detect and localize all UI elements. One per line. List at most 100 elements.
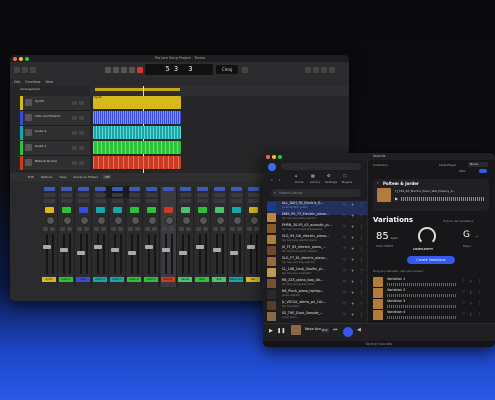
nav-plugins-label[interactable]: Plugins <box>339 180 355 184</box>
pan-knob[interactable] <box>80 216 89 225</box>
sync-button[interactable] <box>343 327 353 337</box>
plugin-slot[interactable] <box>180 187 191 191</box>
menu-functions[interactable]: Functions <box>25 80 40 84</box>
insert-slot[interactable] <box>146 193 157 197</box>
channel-name[interactable]: Audio 4 <box>93 277 107 282</box>
channel-name[interactable]: Rvb <box>212 277 226 282</box>
plugin-slot[interactable] <box>231 187 242 191</box>
nav-home-icon[interactable]: ⌂ <box>295 173 298 178</box>
download-icon[interactable]: ⤓ <box>470 312 472 316</box>
like-icon[interactable]: ♡ <box>343 268 347 273</box>
solo-button[interactable] <box>254 227 259 231</box>
more-icon[interactable]: ⋮ <box>359 213 363 218</box>
more-icon[interactable]: ⋮ <box>359 202 363 207</box>
insert-slot[interactable] <box>180 193 191 197</box>
variation-name[interactable]: Variation 2 <box>387 288 405 292</box>
insert-slot[interactable] <box>163 199 174 203</box>
nav-home-label[interactable]: Home <box>291 180 307 184</box>
add-icon[interactable]: + <box>351 257 354 262</box>
result-tags[interactable]: hip hop soul keys electric <box>282 261 340 264</box>
like-icon[interactable]: ♡ <box>462 301 465 305</box>
result-tags[interactable]: hip hop piano <box>282 305 340 308</box>
like-icon[interactable]: ♡ <box>343 301 347 306</box>
channel-name[interactable]: Audio 3 <box>110 277 124 282</box>
region-intro[interactable] <box>93 111 181 124</box>
play-sample-icon[interactable]: ▶ <box>395 196 398 201</box>
volume-fader[interactable] <box>145 245 153 249</box>
pan-knob[interactable] <box>131 216 140 225</box>
plugin-slot[interactable] <box>129 187 140 191</box>
insert-slot[interactable] <box>146 199 157 203</box>
more-icon[interactable]: ⋮ <box>359 279 363 284</box>
result-tags[interactable]: vocal electric guitar <box>282 206 340 209</box>
pan-knob[interactable] <box>250 216 259 225</box>
channel-name[interactable]: Sends <box>178 277 192 282</box>
nav-library-label[interactable]: Library <box>307 180 323 184</box>
volume-fader[interactable] <box>77 251 85 255</box>
add-icon[interactable]: + <box>351 202 354 207</box>
region-audio-4[interactable] <box>93 126 181 139</box>
insert-slot[interactable] <box>214 199 225 203</box>
mute-button[interactable] <box>111 227 116 231</box>
download-icon[interactable]: ⤓ <box>470 290 472 294</box>
pause-icon[interactable]: ❚❚ <box>277 328 285 334</box>
channel-name[interactable]: Audio 1 <box>59 277 73 282</box>
mute-button[interactable] <box>179 227 184 231</box>
pan-knob[interactable] <box>182 216 191 225</box>
mute-button[interactable] <box>213 227 218 231</box>
fader-track[interactable] <box>148 234 150 274</box>
like-icon[interactable]: ♡ <box>343 224 347 229</box>
more-icon[interactable]: ⋮ <box>359 268 363 273</box>
region-drums[interactable] <box>93 156 181 169</box>
insert-slot[interactable] <box>78 199 89 203</box>
variation-name[interactable]: Variation 1 <box>387 277 405 281</box>
mute-button[interactable] <box>43 227 48 231</box>
solo-button[interactable] <box>79 146 84 150</box>
stop-button[interactable] <box>121 67 127 73</box>
fader-track[interactable] <box>216 234 218 274</box>
channel-name[interactable]: Synth <box>42 277 56 282</box>
pan-knob[interactable] <box>148 216 157 225</box>
channel-name[interactable]: Intro <box>76 277 90 282</box>
fader-track[interactable] <box>46 234 48 274</box>
track-header[interactable]: Audio 4 <box>20 126 90 141</box>
add-icon[interactable]: + <box>351 246 354 251</box>
mute-button[interactable] <box>196 227 201 231</box>
add-icon[interactable]: + <box>351 235 354 240</box>
record-button[interactable] <box>137 67 143 73</box>
like-icon[interactable]: ♡ <box>343 213 347 218</box>
insert-slot[interactable] <box>180 199 191 203</box>
pan-knob[interactable] <box>165 216 174 225</box>
tuner-button[interactable] <box>242 67 248 73</box>
previous-icon[interactable]: ⏮ <box>333 327 338 333</box>
solo-button[interactable] <box>79 116 84 120</box>
library-button[interactable] <box>14 67 20 73</box>
help-button[interactable] <box>30 67 36 73</box>
result-name[interactable]: ALL_DAH_92_Electric_K... <box>282 201 340 205</box>
variation-waveform[interactable] <box>387 316 457 319</box>
plugin-slot[interactable] <box>112 187 123 191</box>
variation-waveform[interactable] <box>387 283 457 286</box>
more-icon[interactable]: ⋮ <box>359 290 363 295</box>
plugin-slot[interactable] <box>61 187 72 191</box>
like-icon[interactable]: ♡ <box>343 312 347 317</box>
volume-fader[interactable] <box>128 251 136 255</box>
track-name[interactable]: Synth <box>35 99 44 103</box>
mute-button[interactable] <box>247 227 252 231</box>
plugin-slot[interactable] <box>146 187 157 191</box>
insert-slot[interactable] <box>44 193 55 197</box>
nav-settings-icon[interactable]: ⚙ <box>327 173 331 178</box>
solo-button[interactable] <box>118 227 123 231</box>
splice-minimize-button[interactable] <box>272 154 276 159</box>
play-button[interactable] <box>129 67 135 73</box>
key-value[interactable]: G <box>463 230 470 240</box>
solo-button[interactable] <box>79 161 84 165</box>
pan-knob[interactable] <box>233 216 242 225</box>
pan-knob[interactable] <box>46 216 55 225</box>
more-icon[interactable]: ⋮ <box>478 290 482 294</box>
track-name[interactable]: Natural Drums <box>35 159 57 163</box>
track-header[interactable]: Audio 1 <box>20 141 90 156</box>
nav-library-icon[interactable]: ▦ <box>311 173 315 178</box>
solo-button[interactable] <box>50 227 55 231</box>
volume-fader[interactable] <box>111 248 119 252</box>
